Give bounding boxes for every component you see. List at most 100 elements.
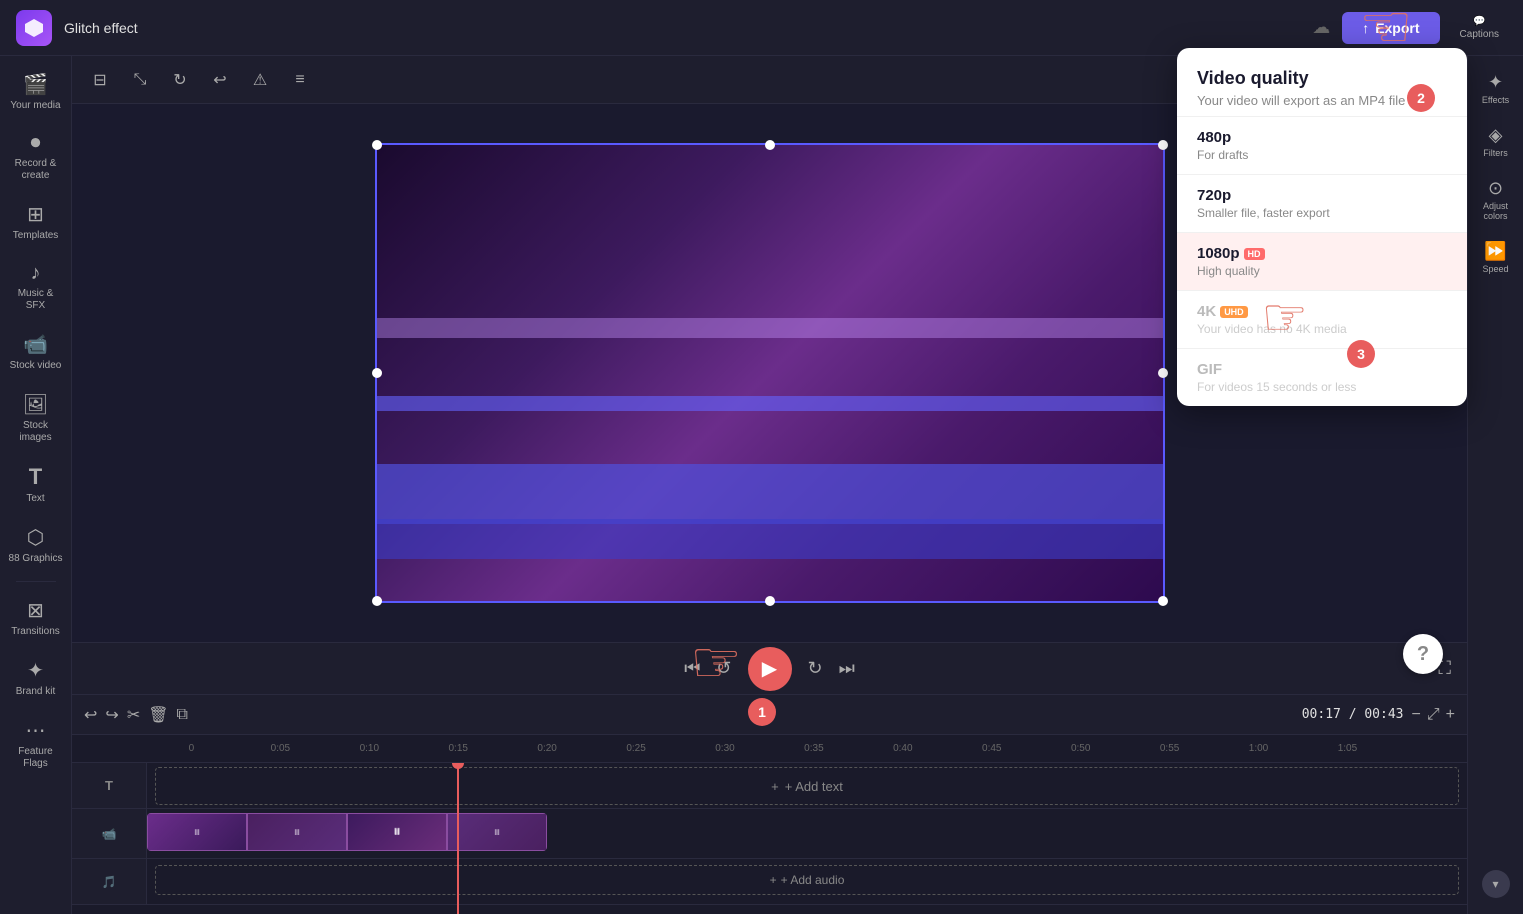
right-tool-adjust-colors[interactable]: ⊙ Adjust colors	[1471, 170, 1521, 229]
ruler-055: 0:55	[1125, 743, 1214, 754]
speed-icon: ⏩	[1484, 241, 1506, 262]
crop-tool-button[interactable]: ⊟	[84, 64, 116, 96]
sidebar-item-stock-images[interactable]: 🖼 Stock images	[4, 384, 68, 452]
skip-back-button[interactable]: ⏮	[684, 658, 700, 679]
video-clip[interactable]: ⏸	[147, 813, 547, 851]
audio-track-row: 🎵 + + Add audio	[72, 859, 1467, 905]
right-tool-filters[interactable]: ◈ Filters	[1471, 117, 1521, 166]
music-icon: ♪	[31, 262, 41, 285]
text-track-content: + + Add text	[147, 763, 1467, 808]
timeline-tracks: T + + Add text 📹	[72, 763, 1467, 914]
help-button[interactable]: ?	[1403, 634, 1443, 674]
handle-top-mid[interactable]	[765, 140, 775, 150]
right-tool-speed[interactable]: ⏩ Speed	[1471, 233, 1521, 282]
zoom-in-button[interactable]: +	[1446, 706, 1455, 724]
ruler-005: 0:05	[236, 743, 325, 754]
plus-text-icon: +	[771, 779, 779, 794]
glitch-line-4	[377, 519, 1163, 559]
collapse-right-button[interactable]: ▾	[1482, 870, 1510, 898]
video-background	[377, 145, 1163, 601]
adjust-colors-icon: ⊙	[1488, 178, 1503, 199]
skip-fwd-button[interactable]: ⏭	[839, 658, 855, 679]
sidebar-item-your-media[interactable]: 🎬 Your media	[4, 64, 68, 120]
zoom-fit-button[interactable]: ⤢	[1427, 706, 1440, 724]
quality-panel-header: Video quality Your video will export as …	[1177, 48, 1467, 116]
handle-bottom-left[interactable]	[372, 596, 382, 606]
sidebar-item-text[interactable]: T Text	[4, 456, 68, 513]
timeline-redo-button[interactable]: ↪	[105, 705, 118, 725]
zoom-out-button[interactable]: −	[1412, 706, 1421, 724]
sidebar-item-transitions[interactable]: ⊠ Transitions	[4, 590, 68, 646]
audio-track-icon: 🎵	[102, 875, 117, 889]
quality-option-720p[interactable]: 720p Smaller file, faster export	[1177, 174, 1467, 232]
sidebar-item-feature-flags[interactable]: ⋯ Feature Flags	[4, 710, 68, 778]
video-track-content: ⏸	[147, 809, 1467, 858]
handle-top-left[interactable]	[372, 140, 382, 150]
export-button[interactable]: ↑ Export	[1342, 12, 1439, 44]
add-text-button[interactable]: + + Add text	[155, 767, 1459, 805]
clip-thumb-4	[447, 813, 547, 851]
sidebar-item-record-create[interactable]: ⏺ Record & create	[4, 124, 68, 190]
hd-badge: HD	[1244, 248, 1265, 260]
stock-video-icon: 📹	[23, 332, 48, 357]
add-audio-button[interactable]: + + Add audio	[155, 865, 1459, 895]
ruler-105: 1:05	[1303, 743, 1392, 754]
quality-720p-label: 720p	[1197, 187, 1447, 204]
quality-gif-desc: For videos 15 seconds or less	[1197, 380, 1447, 394]
right-sidebar: ✦ Effects ◈ Filters ⊙ Adjust colors ⏩ Sp…	[1467, 56, 1523, 914]
resize-tool-button[interactable]: ⤡	[124, 64, 156, 96]
ruler-0: 0	[147, 743, 236, 754]
ruler-040: 0:40	[858, 743, 947, 754]
quality-panel: Video quality Your video will export as …	[1177, 48, 1467, 406]
handle-bottom-right[interactable]	[1158, 596, 1168, 606]
play-button[interactable]: ▶	[748, 647, 792, 691]
graphics-icon: ⬡	[27, 525, 44, 550]
ruler-025: 0:25	[592, 743, 681, 754]
ruler-020: 0:20	[503, 743, 592, 754]
left-sidebar: 🎬 Your media ⏺ Record & create ⊞ Templat…	[0, 56, 72, 914]
video-track-row: 📹 ⏸	[72, 809, 1467, 859]
ruler-marks: 0 0:05 0:10 0:15 0:20 0:25 0:30 0:35 0:4…	[147, 743, 1392, 754]
templates-icon: ⊞	[27, 202, 44, 227]
sidebar-item-templates[interactable]: ⊞ Templates	[4, 194, 68, 250]
sidebar-item-music[interactable]: ♪ Music & SFX	[4, 254, 68, 320]
handle-top-right[interactable]	[1158, 140, 1168, 150]
playhead[interactable]	[457, 763, 459, 914]
text-track-label[interactable]: T	[72, 763, 147, 808]
play-icon: ▶	[762, 656, 777, 681]
captions-button[interactable]: 💬 Captions	[1452, 12, 1507, 44]
quality-option-4k[interactable]: 4K UHD Your video has no 4K media	[1177, 290, 1467, 348]
handle-mid-left[interactable]	[372, 368, 382, 378]
sidebar-item-stock-video[interactable]: 📹 Stock video	[4, 324, 68, 380]
warning-tool-button[interactable]: ⚠	[244, 64, 276, 96]
audio-track-label[interactable]: 🎵	[72, 859, 147, 904]
undo-tool-button[interactable]: ↩	[204, 64, 236, 96]
project-title: Glitch effect	[64, 20, 1300, 36]
plus-audio-icon: +	[770, 873, 777, 887]
quality-option-480p[interactable]: 480p For drafts	[1177, 116, 1467, 174]
timeline-duplicate-button[interactable]: ⧉	[177, 706, 188, 724]
sidebar-item-graphics[interactable]: ⬡ 88 Graphics	[4, 517, 68, 573]
captions-icon: 💬	[1473, 16, 1485, 27]
rotate-back-button[interactable]: ↺	[716, 658, 731, 679]
export-arrow-icon: ↑	[1362, 20, 1369, 36]
timeline-cut-button[interactable]: ✂	[127, 705, 140, 725]
quality-panel-title: Video quality	[1197, 68, 1447, 89]
timeline-undo-button[interactable]: ↩	[84, 705, 97, 725]
uhd-badge: UHD	[1220, 306, 1248, 318]
align-tool-button[interactable]: ≡	[284, 64, 316, 96]
handle-mid-right[interactable]	[1158, 368, 1168, 378]
transform-tool-button[interactable]: ↻	[164, 64, 196, 96]
video-track-label[interactable]: 📹	[72, 809, 147, 858]
right-tool-effects[interactable]: ✦ Effects	[1471, 64, 1521, 113]
clip-thumb-3: ⏸	[347, 813, 447, 851]
quality-option-gif[interactable]: GIF For videos 15 seconds or less	[1177, 348, 1467, 406]
rotate-fwd-button[interactable]: ↻	[808, 658, 823, 679]
video-preview	[375, 143, 1165, 603]
quality-4k-label: 4K UHD	[1197, 303, 1447, 320]
timeline-delete-button[interactable]: 🗑	[148, 705, 168, 725]
quality-option-1080p[interactable]: 1080p HD High quality	[1177, 232, 1467, 290]
handle-bottom-mid[interactable]	[765, 596, 775, 606]
sidebar-item-brand-kit[interactable]: ✦ Brand kit	[4, 650, 68, 706]
quality-1080p-desc: High quality	[1197, 264, 1447, 278]
